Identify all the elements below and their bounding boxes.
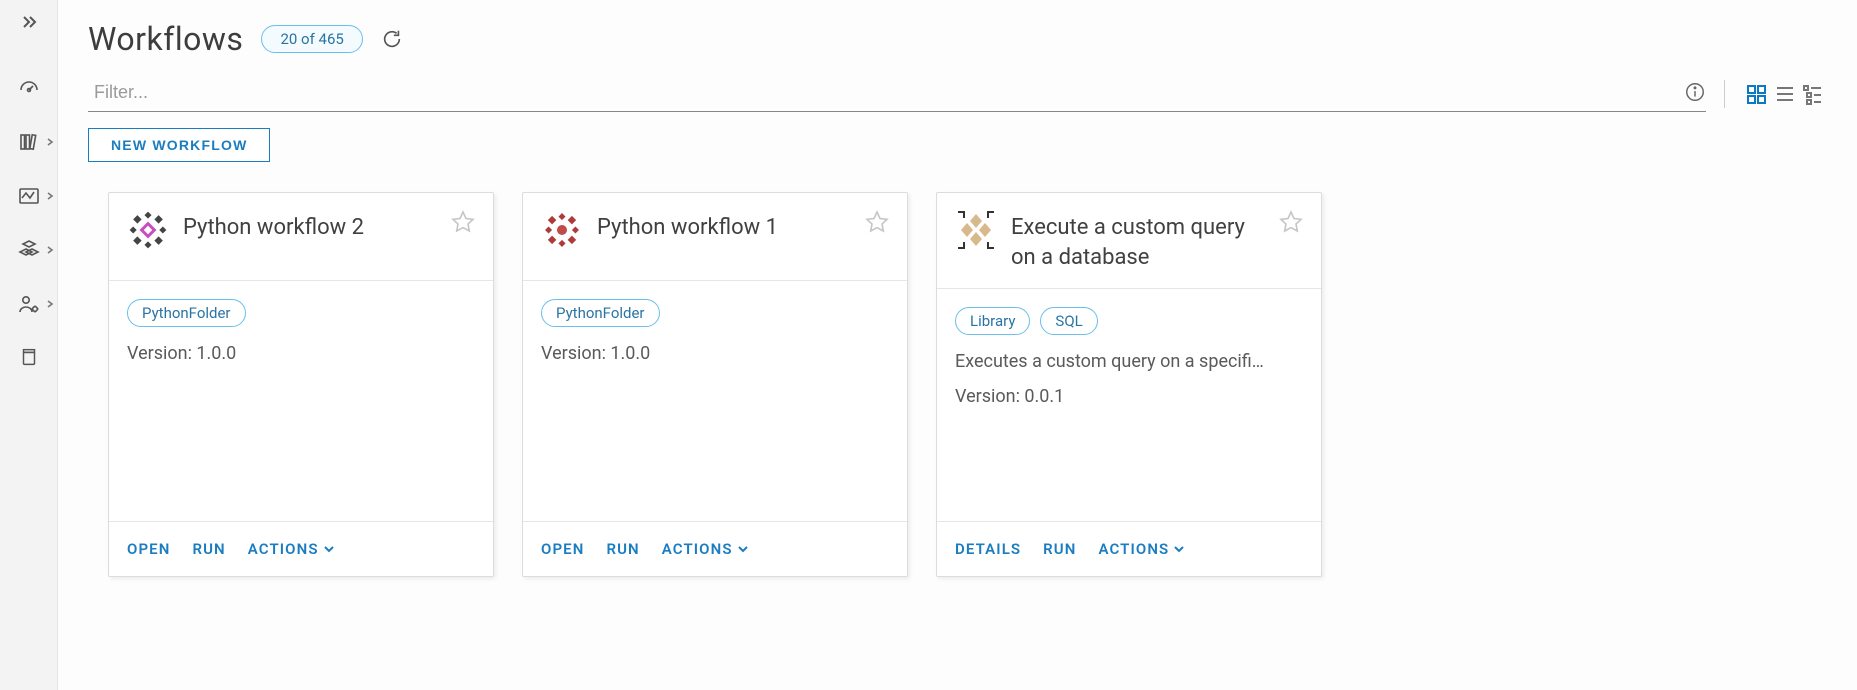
divider — [1724, 80, 1725, 108]
action-label: ACTIONS — [248, 540, 319, 558]
workflow-card: Python workflow 2 PythonFolder Version: 1.… — [108, 192, 494, 577]
main-content: Workflows 20 of 465 — [58, 0, 1857, 690]
sidebar-archive[interactable] — [18, 346, 40, 368]
card-description: Executes a custom query on a specifi… — [955, 351, 1303, 372]
card-version: Version: 0.0.1 — [955, 386, 1303, 407]
chevron-down-icon — [1173, 543, 1185, 555]
workflow-icon — [127, 209, 169, 251]
view-grid[interactable] — [1743, 82, 1771, 106]
filter-row — [88, 76, 1827, 112]
card-header: Execute a custom query on a database — [937, 193, 1321, 289]
favorite-button[interactable] — [865, 209, 889, 237]
card-footer: DETAILS RUN ACTIONS — [937, 521, 1321, 576]
chevron-right-icon — [45, 191, 55, 201]
details-button[interactable]: DETAILS — [955, 540, 1021, 558]
view-list[interactable] — [1771, 82, 1799, 106]
card-version: Version: 1.0.0 — [127, 343, 475, 364]
tag[interactable]: SQL — [1040, 307, 1097, 335]
tag[interactable]: PythonFolder — [541, 299, 660, 327]
card-title: Python workflow 1 — [597, 209, 851, 243]
card-title: Execute a custom query on a database — [1011, 209, 1265, 272]
actions-button[interactable]: ACTIONS — [662, 540, 749, 558]
card-footer: OPEN RUN ACTIONS — [109, 521, 493, 576]
sidebar — [0, 0, 58, 690]
actions-button[interactable]: ACTIONS — [1098, 540, 1185, 558]
sidebar-inventory[interactable] — [17, 238, 41, 262]
action-label: DETAILS — [955, 540, 1021, 558]
workflow-icon — [541, 209, 583, 251]
run-button[interactable]: RUN — [606, 540, 639, 558]
sidebar-library[interactable] — [17, 130, 41, 154]
view-tree[interactable] — [1799, 82, 1827, 106]
card-header: Python workflow 2 — [109, 193, 493, 281]
star-icon — [1279, 209, 1303, 233]
favorite-button[interactable] — [1279, 209, 1303, 237]
action-label: OPEN — [541, 540, 584, 558]
chevron-down-icon — [323, 543, 335, 555]
gauge-icon — [17, 76, 41, 100]
view-toggles — [1743, 82, 1827, 106]
tags: PythonFolder — [541, 299, 889, 327]
refresh-icon — [381, 28, 403, 50]
card-body: PythonFolder Version: 1.0.0 — [109, 281, 493, 521]
card-version: Version: 1.0.0 — [541, 343, 889, 364]
card-footer: OPEN RUN ACTIONS — [523, 521, 907, 576]
list-icon — [1773, 82, 1797, 106]
action-label: ACTIONS — [1098, 540, 1169, 558]
action-label: RUN — [606, 540, 639, 558]
sidebar-expand[interactable] — [17, 12, 41, 36]
filter-info[interactable] — [1684, 81, 1706, 107]
card-body: Library SQL Executes a custom query on a s… — [937, 289, 1321, 521]
card-header: Python workflow 1 — [523, 193, 907, 281]
workflow-card: Python workflow 1 PythonFolder Version: 1.… — [522, 192, 908, 577]
favorite-button[interactable] — [451, 209, 475, 237]
grid-icon — [1745, 82, 1769, 106]
actions-button[interactable]: ACTIONS — [248, 540, 335, 558]
tag[interactable]: PythonFolder — [127, 299, 246, 327]
library-icon — [17, 130, 41, 154]
filter-input[interactable] — [88, 76, 1706, 112]
action-label: RUN — [192, 540, 225, 558]
tag[interactable]: Library — [955, 307, 1030, 335]
run-button[interactable]: RUN — [1043, 540, 1076, 558]
chevron-right-icon — [45, 299, 55, 309]
header-row: Workflows 20 of 465 — [88, 20, 1827, 58]
card-body: PythonFolder Version: 1.0.0 — [523, 281, 907, 521]
open-button[interactable]: OPEN — [541, 540, 584, 558]
cards-container: Python workflow 2 PythonFolder Version: 1.… — [88, 192, 1827, 577]
star-icon — [451, 209, 475, 233]
chevron-right-icon — [45, 137, 55, 147]
tags: PythonFolder — [127, 299, 475, 327]
new-workflow-button[interactable]: NEW WORKFLOW — [88, 128, 270, 162]
chevron-down-icon — [737, 543, 749, 555]
workflow-card: Execute a custom query on a database Libr… — [936, 192, 1322, 577]
refresh-button[interactable] — [381, 28, 403, 50]
card-title: Python workflow 2 — [183, 209, 437, 243]
user-gear-icon — [17, 292, 41, 316]
chevron-right-icon — [45, 245, 55, 255]
star-icon — [865, 209, 889, 233]
action-label: ACTIONS — [662, 540, 733, 558]
open-button[interactable]: OPEN — [127, 540, 170, 558]
action-label: RUN — [1043, 540, 1076, 558]
boxes-icon — [17, 238, 41, 262]
tags: Library SQL — [955, 307, 1303, 335]
sidebar-admin[interactable] — [17, 292, 41, 316]
page-title: Workflows — [88, 20, 243, 58]
action-label: OPEN — [127, 540, 170, 558]
sidebar-activity[interactable] — [17, 184, 41, 208]
activity-icon — [17, 184, 41, 208]
tree-icon — [1801, 82, 1825, 106]
workflow-icon — [955, 209, 997, 251]
count-pill: 20 of 465 — [261, 25, 362, 53]
jar-icon — [18, 346, 40, 368]
sidebar-dashboard[interactable] — [17, 76, 41, 100]
info-icon — [1684, 81, 1706, 103]
run-button[interactable]: RUN — [192, 540, 225, 558]
